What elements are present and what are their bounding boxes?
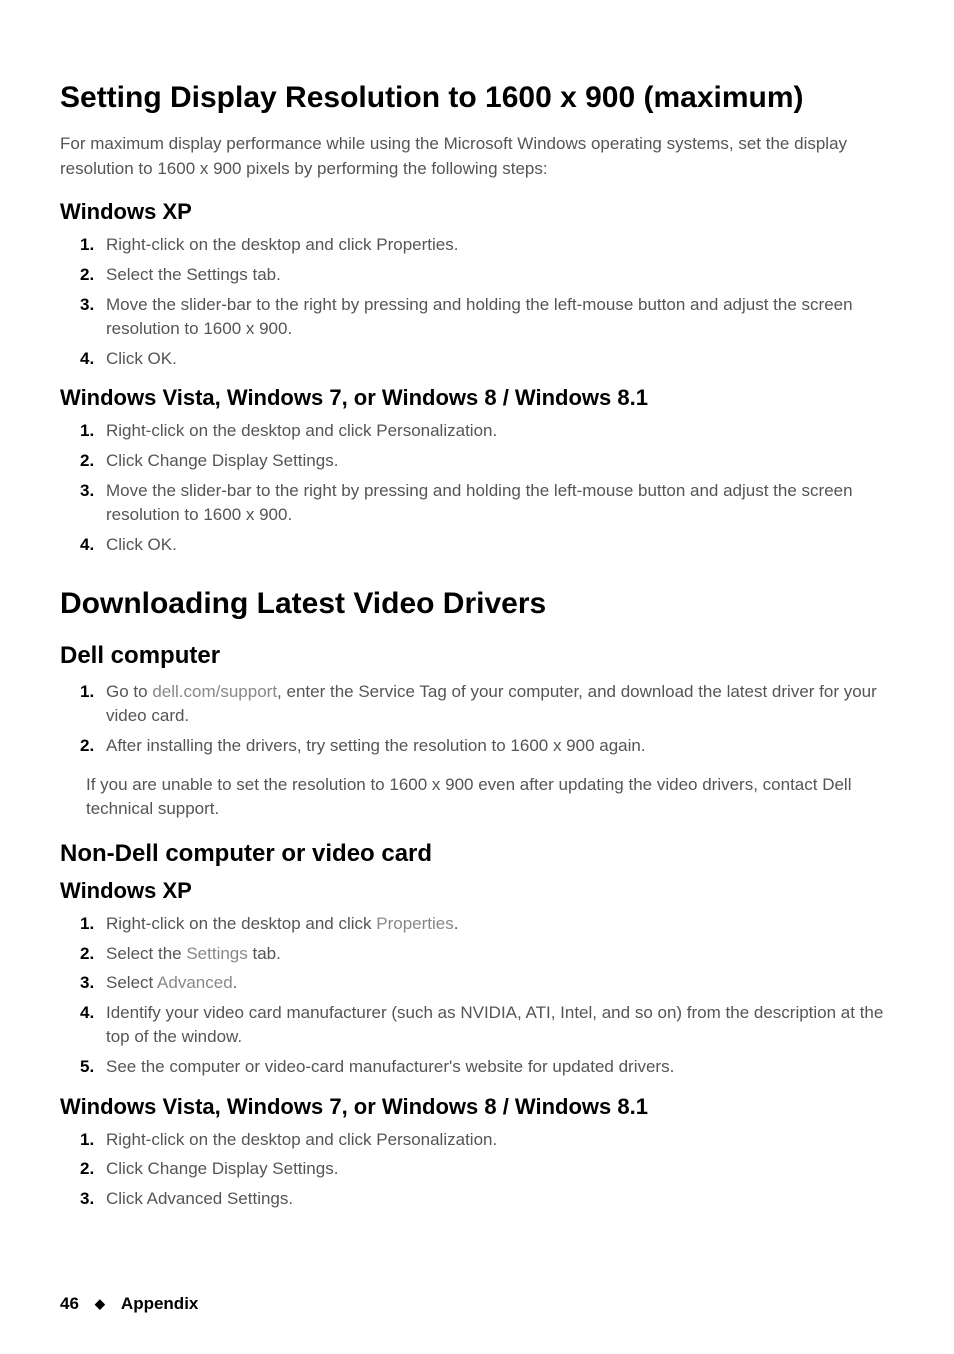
list-item: 3.Move the slider-bar to the right by pr… <box>86 293 894 342</box>
list-item: 4.Identify your video card manufacturer … <box>86 1001 894 1050</box>
list-item: 1.Right-click on the desktop and click P… <box>86 912 894 937</box>
list-item: 4.Click OK. <box>86 347 894 372</box>
heading-windows-vista-1: Windows Vista, Windows 7, or Windows 8 /… <box>60 385 894 411</box>
heading-dell-computer: Dell computer <box>60 642 894 670</box>
heading-non-dell: Non-Dell computer or video card <box>60 840 894 868</box>
footer-section-name: Appendix <box>121 1294 198 1314</box>
step-text: Select the Settings tab. <box>106 265 281 284</box>
list-item: 1.Right-click on the desktop and click P… <box>86 233 894 258</box>
heading-windows-vista-2: Windows Vista, Windows 7, or Windows 8 /… <box>60 1094 894 1120</box>
step-text-pre: Go to <box>106 682 152 701</box>
step-text-post: . <box>233 973 238 992</box>
list-item: 2.After installing the drivers, try sett… <box>86 734 894 759</box>
step-text-post: . <box>454 914 459 933</box>
step-text: Click OK. <box>106 349 177 368</box>
step-text-pre: Select <box>106 973 157 992</box>
list-dell: 1.Go to dell.com/support, enter the Serv… <box>60 680 894 759</box>
properties-text: Properties <box>376 914 453 933</box>
step-text: Identify your video card manufacturer (s… <box>106 1003 883 1047</box>
heading-windows-xp-1: Windows XP <box>60 199 894 225</box>
step-text-post: tab. <box>248 944 281 963</box>
section-title-1: Setting Display Resolution to 1600 x 900… <box>60 80 894 116</box>
list-item: 1.Go to dell.com/support, enter the Serv… <box>86 680 894 729</box>
diamond-icon: ◆ <box>95 1296 105 1312</box>
list-item: 3.Move the slider-bar to the right by pr… <box>86 479 894 528</box>
step-text: Move the slider-bar to the right by pres… <box>106 295 853 339</box>
dell-note: If you are unable to set the resolution … <box>60 773 894 822</box>
settings-text: Settings <box>186 944 247 963</box>
heading-windows-xp-2: Windows XP <box>60 878 894 904</box>
advanced-text: Advanced <box>157 973 233 992</box>
page-number: 46 <box>60 1294 79 1314</box>
list-item: 4.Click OK. <box>86 533 894 558</box>
step-text-pre: Right-click on the desktop and click <box>106 914 376 933</box>
list-item: 2.Click Change Display Settings. <box>86 1157 894 1182</box>
step-text: Right-click on the desktop and click Per… <box>106 1130 497 1149</box>
list-item: 3.Click Advanced Settings. <box>86 1187 894 1212</box>
step-text: Click Advanced Settings. <box>106 1189 293 1208</box>
step-text: Click Change Display Settings. <box>106 1159 338 1178</box>
step-text: Move the slider-bar to the right by pres… <box>106 481 853 525</box>
section-title-2: Downloading Latest Video Drivers <box>60 586 894 622</box>
list-item: 2.Click Change Display Settings. <box>86 449 894 474</box>
list-vista-1: 1.Right-click on the desktop and click P… <box>60 419 894 557</box>
list-item: 2.Select the Settings tab. <box>86 263 894 288</box>
step-text-pre: Select the <box>106 944 186 963</box>
intro-paragraph: For maximum display performance while us… <box>60 132 894 181</box>
list-item: 1.Right-click on the desktop and click P… <box>86 1128 894 1153</box>
step-text: Click Change Display Settings. <box>106 451 338 470</box>
step-text: After installing the drivers, try settin… <box>106 736 646 755</box>
list-item: 2.Select the Settings tab. <box>86 942 894 967</box>
step-text: Right-click on the desktop and click Pro… <box>106 235 458 254</box>
list-vista-2: 1.Right-click on the desktop and click P… <box>60 1128 894 1212</box>
list-xp-2: 1.Right-click on the desktop and click P… <box>60 912 894 1080</box>
page-footer: 46 ◆ Appendix <box>60 1294 198 1314</box>
support-link[interactable]: dell.com/support <box>152 682 277 701</box>
list-xp-1: 1.Right-click on the desktop and click P… <box>60 233 894 371</box>
step-text: See the computer or video-card manufactu… <box>106 1057 674 1076</box>
list-item: 5.See the computer or video-card manufac… <box>86 1055 894 1080</box>
step-text: Click OK. <box>106 535 177 554</box>
step-text: Right-click on the desktop and click Per… <box>106 421 497 440</box>
list-item: 1.Right-click on the desktop and click P… <box>86 419 894 444</box>
list-item: 3.Select Advanced. <box>86 971 894 996</box>
